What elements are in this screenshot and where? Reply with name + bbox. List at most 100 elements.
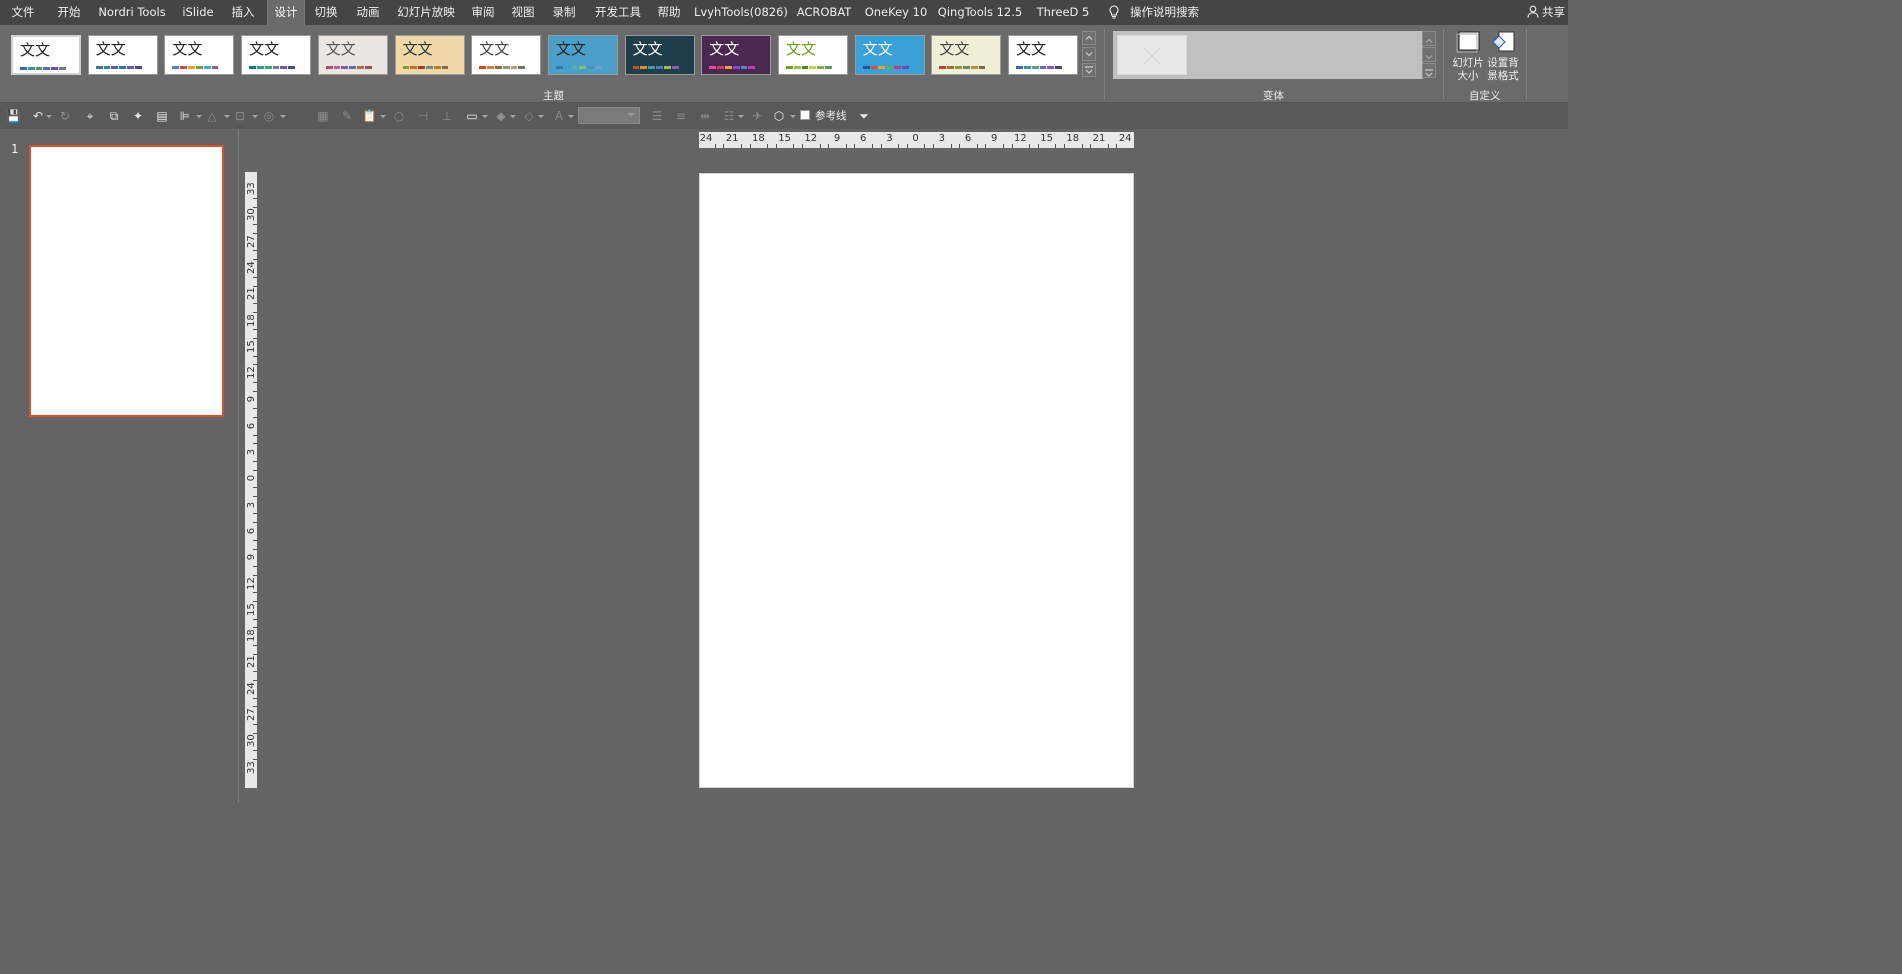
crop-icon[interactable]: ⊡ [233,109,247,123]
theme-organic[interactable]: 文文 [394,35,465,75]
chart-icon[interactable]: ⊥ [440,109,454,123]
font-color-icon[interactable]: A [552,109,566,123]
ruler-mark [253,592,257,594]
dropdown-caret-icon[interactable] [280,115,286,118]
tab-16[interactable]: OneKey 10 [862,0,930,25]
redo-icon[interactable]: ↻ [58,109,72,123]
dropdown-caret-icon[interactable] [510,115,516,118]
checkbox-box[interactable] [800,110,810,120]
group-icon[interactable]: ◎ [262,109,276,123]
tab-18[interactable]: ThreeD 5 [1031,0,1095,25]
align-icon[interactable]: ⊫ [178,109,192,123]
fill-icon[interactable]: ◆ [494,109,508,123]
tab-7[interactable]: 动画 [350,0,386,25]
theme-slice[interactable]: 文文 [547,35,618,75]
format-background-button[interactable]: 设置背 景格式 [1485,30,1521,83]
dropdown-caret-icon[interactable] [790,115,796,118]
slide-number: 1 [11,142,19,156]
theme-ion-boardroom[interactable]: 文文 [317,35,388,75]
ruler-tick-label: 21 [246,655,257,669]
tab-8[interactable]: 幻灯片放映 [392,0,460,25]
tab-13[interactable]: 帮助 [651,0,687,25]
circle-icon[interactable]: ○ [392,109,406,123]
gallery-scroll-down[interactable] [1082,47,1096,61]
align-left-icon[interactable]: ⊣ [416,109,430,123]
variant-thumbnail[interactable] [1117,35,1187,75]
ruler-tick-label: 21 [1092,133,1106,144]
tab-4[interactable]: 插入 [224,0,262,25]
brush-icon[interactable]: ✎ [340,109,354,123]
slide-size-label: 幻灯片 大小 [1452,57,1484,82]
tab-14[interactable]: LvyhTools(0826) [694,0,788,25]
outline-icon[interactable]: ◇ [522,109,536,123]
theme-sample-text: 文文 [632,40,663,58]
theme-color-swatches [249,66,296,69]
theme-ion[interactable]: 文文 [778,35,848,75]
distribute-icon[interactable]: ⇹ [698,109,712,123]
tab-12[interactable]: 开发工具 [590,0,646,25]
theme-facet[interactable]: 文文 [164,35,235,75]
variants-more[interactable] [1422,63,1436,78]
dropdown-caret-icon[interactable] [482,115,488,118]
ruler-mark [749,144,751,148]
theme-office[interactable]: 文文 [11,35,81,75]
slide-thumbnail[interactable] [29,145,224,417]
theme-parallax[interactable]: 文文 [854,35,925,75]
dropdown-caret-icon[interactable] [46,115,52,118]
theme-sample-text: 文文 [402,40,433,58]
variants-scroll-up[interactable] [1422,31,1436,46]
animation-icon[interactable]: ✦ [131,109,145,123]
textbox-icon[interactable]: ▤ [155,109,169,123]
table-icon[interactable]: ▦ [316,109,330,123]
chevron-up-icon [1425,38,1433,43]
save-icon[interactable]: 💾 [6,109,21,123]
shape-icon[interactable]: △ [205,109,219,123]
theme-integral[interactable]: 文文 [241,35,312,75]
ruler-tick-label: 30 [246,734,257,748]
pin-icon[interactable]: ✈ [750,109,764,123]
select-icon[interactable]: ⌖ [83,109,97,123]
dropdown-caret-icon[interactable] [252,115,258,118]
tab-17[interactable]: QingTools 12.5 [936,0,1024,25]
customize-qat-icon[interactable]: ⏷ [857,109,871,123]
slide-size-button[interactable]: 幻灯片 大小 [1450,30,1486,83]
tab-15[interactable]: ACROBAT [793,0,855,25]
tab-6[interactable]: 切换 [308,0,344,25]
variants-scroll-down[interactable] [1422,47,1436,62]
theme-berlin[interactable]: 文文 [701,35,772,75]
list-icon[interactable]: ☷ [722,109,736,123]
tab-0[interactable]: 文件 [4,0,42,25]
dropdown-caret-icon[interactable] [380,115,386,118]
dropdown-caret-icon[interactable] [568,115,574,118]
ruler-mark [253,601,257,603]
undo-icon[interactable]: ↶ [31,109,45,123]
center-icon[interactable]: ≡ [674,109,688,123]
theme-savon[interactable]: 文文 [931,35,1002,75]
tab-10[interactable]: 视图 [506,0,540,25]
dropdown-caret-icon[interactable] [538,115,544,118]
tab-2[interactable]: Nordri Tools [92,0,172,25]
arrange-icon[interactable]: ⧉ [107,109,121,123]
guides-checkbox[interactable]: 参考线 [800,107,847,125]
font-size-combo[interactable] [578,107,640,124]
tab-9[interactable]: 审阅 [466,0,500,25]
theme-wisp[interactable]: 文文 [624,35,695,75]
tab-1[interactable]: 开始 [50,0,88,25]
tab-5[interactable]: 设计 [267,0,305,25]
theme-dividend[interactable]: 文文 [1008,35,1079,75]
dropdown-caret-icon[interactable] [196,115,202,118]
theme-retrospect[interactable]: 文文 [471,35,542,75]
gallery-scroll-up[interactable] [1082,31,1096,45]
theme-office2[interactable]: 文文 [87,35,158,75]
tab-11[interactable]: 录制 [545,0,583,25]
theme-color-swatches [632,66,679,69]
tab-3[interactable]: iSlide [178,0,218,25]
dropdown-caret-icon[interactable] [224,115,230,118]
paste-icon[interactable]: 📋 [362,109,377,123]
layout-icon[interactable]: ▭ [465,109,479,123]
dropdown-caret-icon[interactable] [738,115,744,118]
slide-canvas[interactable] [699,173,1134,788]
bullets-icon[interactable]: ☰ [650,109,664,123]
gallery-more[interactable] [1082,63,1096,77]
tag-icon[interactable]: ⬡ [772,109,786,123]
